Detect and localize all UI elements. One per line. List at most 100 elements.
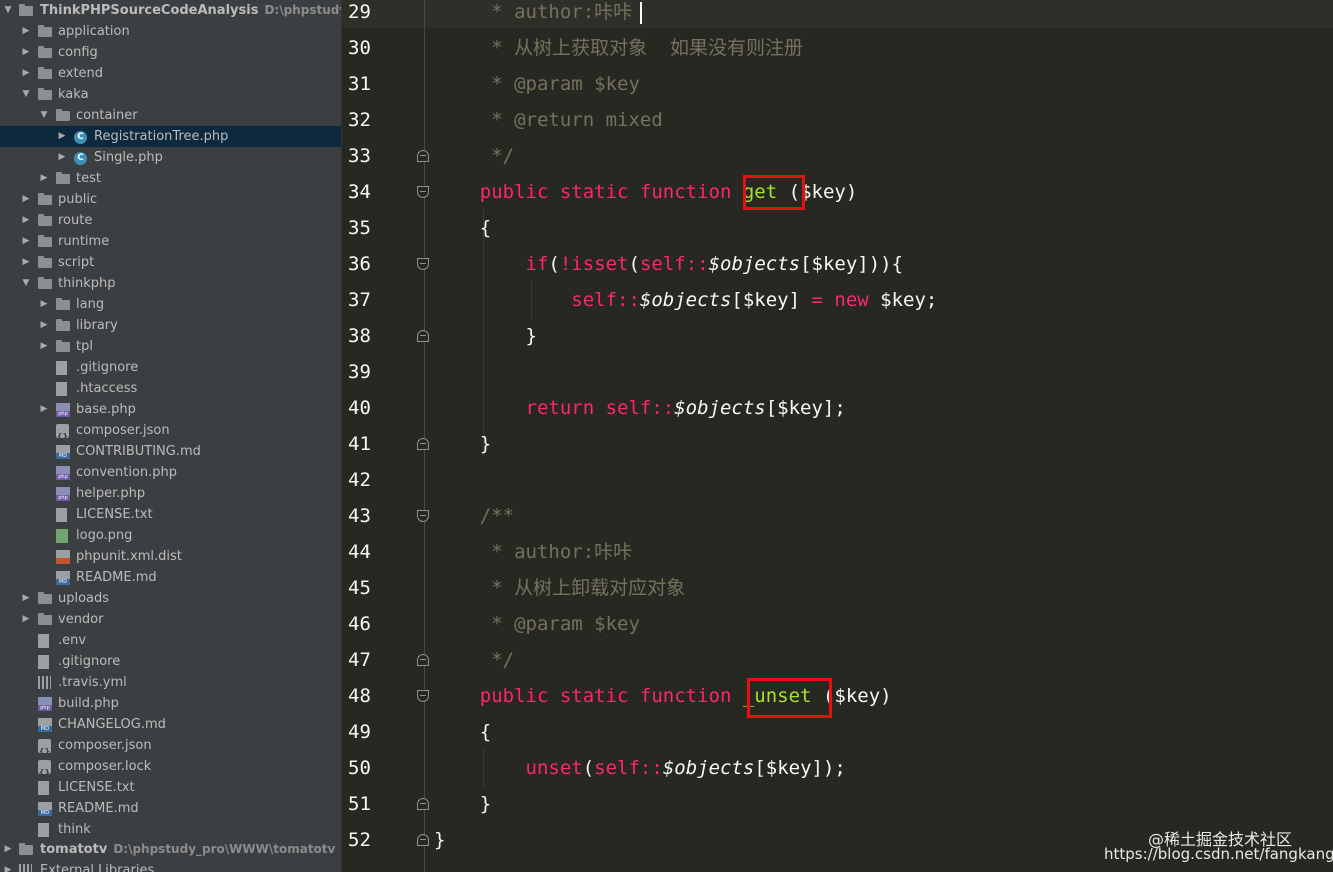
tree-item[interactable]: ▶ script bbox=[0, 252, 341, 273]
tree-item[interactable]: composer.lock bbox=[0, 756, 341, 777]
code-line[interactable]: } bbox=[434, 432, 491, 468]
code-line[interactable]: * 从树上获取对象 如果没有则注册 bbox=[434, 36, 803, 72]
fold-close-icon[interactable] bbox=[417, 834, 429, 846]
chevron-right-icon[interactable]: ▶ bbox=[56, 147, 68, 168]
code-token: self:: bbox=[639, 253, 709, 275]
chevron-right-icon[interactable]: ▶ bbox=[20, 609, 32, 630]
tree-item[interactable]: ▶ base.php bbox=[0, 399, 341, 420]
code-line[interactable]: * @return mixed bbox=[434, 108, 663, 144]
tree-item[interactable]: ▶ extend bbox=[0, 63, 341, 84]
tree-item[interactable]: README.md bbox=[0, 798, 341, 819]
chevron-down-icon[interactable]: ▼ bbox=[20, 273, 32, 294]
fold-close-icon[interactable] bbox=[417, 798, 429, 810]
tree-item[interactable]: .gitignore bbox=[0, 651, 341, 672]
chevron-down-icon[interactable]: ▼ bbox=[2, 0, 14, 21]
chevron-right-icon[interactable]: ▶ bbox=[20, 210, 32, 231]
chevron-right-icon[interactable]: ▶ bbox=[38, 294, 50, 315]
project-root-tomatotv[interactable]: ▶ tomatotv D:\phpstudy_pro\WWW\tomatotv bbox=[0, 839, 341, 860]
fold-open-icon[interactable] bbox=[417, 258, 429, 270]
tree-item[interactable]: logo.png bbox=[0, 525, 341, 546]
tree-item[interactable]: ▶ tpl bbox=[0, 336, 341, 357]
chevron-right-icon[interactable]: ▶ bbox=[38, 336, 50, 357]
fold-open-icon[interactable] bbox=[417, 690, 429, 702]
code-token: */ bbox=[434, 649, 515, 671]
tree-item[interactable]: think bbox=[0, 819, 341, 840]
code-line[interactable]: unset(self::$objects[$key]); bbox=[434, 756, 846, 792]
chevron-right-icon[interactable]: ▶ bbox=[20, 252, 32, 273]
chevron-right-icon[interactable]: ▶ bbox=[38, 315, 50, 336]
tree-item[interactable]: ▶ runtime bbox=[0, 231, 341, 252]
tree-item[interactable]: ▶ library bbox=[0, 315, 341, 336]
tree-item[interactable]: ▼ thinkphp bbox=[0, 273, 341, 294]
fold-open-icon[interactable] bbox=[417, 510, 429, 522]
fold-close-icon[interactable] bbox=[417, 654, 429, 666]
code-line[interactable]: */ bbox=[434, 648, 514, 684]
chevron-right-icon[interactable]: ▶ bbox=[20, 189, 32, 210]
code-line[interactable]: * author:咔咔 bbox=[434, 0, 632, 36]
project-root-thinkphpsourcecodeanalysis[interactable]: ▼ ThinkPHPSourceCodeAnalysis D:\phpstudy_… bbox=[0, 0, 341, 21]
tree-item[interactable]: ▶ Single.php bbox=[0, 147, 341, 168]
fold-close-icon[interactable] bbox=[417, 438, 429, 450]
chevron-down-icon[interactable]: ▼ bbox=[38, 105, 50, 126]
code-line[interactable]: { bbox=[434, 216, 491, 252]
code-line[interactable]: */ bbox=[434, 144, 514, 180]
tree-item[interactable]: README.md bbox=[0, 567, 341, 588]
code-line[interactable]: { bbox=[434, 720, 491, 756]
tree-item[interactable]: .gitignore bbox=[0, 357, 341, 378]
yaml-file-icon bbox=[38, 676, 51, 689]
code-line[interactable]: * 从树上卸载对应对象 bbox=[434, 576, 685, 612]
tree-item[interactable]: helper.php bbox=[0, 483, 341, 504]
code-line[interactable]: return self::$objects[$key]; bbox=[434, 396, 846, 432]
chevron-right-icon[interactable]: ▶ bbox=[20, 63, 32, 84]
tree-item[interactable]: convention.php bbox=[0, 462, 341, 483]
tree-item[interactable]: ▶ uploads bbox=[0, 588, 341, 609]
tree-item[interactable]: CHANGELOG.md bbox=[0, 714, 341, 735]
tree-item[interactable]: ▶ route bbox=[0, 210, 341, 231]
tree-item[interactable]: .env bbox=[0, 630, 341, 651]
tree-item[interactable]: composer.json bbox=[0, 735, 341, 756]
chevron-right-icon[interactable]: ▶ bbox=[20, 588, 32, 609]
code-line[interactable]: } bbox=[434, 324, 537, 360]
chevron-down-icon[interactable]: ▼ bbox=[20, 84, 32, 105]
fold-close-icon[interactable] bbox=[417, 330, 429, 342]
tree-item[interactable]: ▼ container bbox=[0, 105, 341, 126]
chevron-right-icon[interactable]: ▶ bbox=[56, 126, 68, 147]
tree-item[interactable]: ▶ test bbox=[0, 168, 341, 189]
chevron-right-icon[interactable]: ▶ bbox=[20, 21, 32, 42]
code-line[interactable]: } bbox=[434, 828, 445, 864]
tree-item[interactable]: .htaccess bbox=[0, 378, 341, 399]
tree-item[interactable]: LICENSE.txt bbox=[0, 504, 341, 525]
json-file-icon bbox=[56, 424, 69, 441]
fold-open-icon[interactable] bbox=[417, 186, 429, 198]
chevron-right-icon[interactable]: ▶ bbox=[20, 42, 32, 63]
fold-close-icon[interactable] bbox=[417, 150, 429, 162]
tree-item[interactable]: build.php bbox=[0, 693, 341, 714]
code-line[interactable]: self::$objects[$key] = new $key; bbox=[434, 288, 937, 324]
chevron-right-icon[interactable]: ▶ bbox=[2, 860, 14, 872]
tree-item[interactable]: ▶ config bbox=[0, 42, 341, 63]
tree-item[interactable]: ▶ application bbox=[0, 21, 341, 42]
tree-item[interactable]: CONTRIBUTING.md bbox=[0, 441, 341, 462]
chevron-right-icon[interactable]: ▶ bbox=[38, 399, 50, 420]
code-line[interactable]: * @param $key bbox=[434, 612, 640, 648]
tree-item[interactable]: composer.json bbox=[0, 420, 341, 441]
tree-item[interactable]: ▼ kaka bbox=[0, 84, 341, 105]
tree-item[interactable]: phpunit.xml.dist bbox=[0, 546, 341, 567]
tree-item[interactable]: ▶ RegistrationTree.php bbox=[0, 126, 341, 147]
chevron-right-icon[interactable]: ▶ bbox=[20, 231, 32, 252]
tree-item[interactable]: LICENSE.txt bbox=[0, 777, 341, 798]
chevron-right-icon[interactable]: ▶ bbox=[2, 839, 14, 860]
code-line[interactable]: if(!isset(self::$objects[$key])){ bbox=[434, 252, 904, 288]
external-libraries[interactable]: ▶ External Libraries bbox=[0, 860, 341, 872]
chevron-right-icon[interactable]: ▶ bbox=[38, 168, 50, 189]
code-line[interactable]: * @param $key bbox=[434, 72, 640, 108]
tree-item[interactable]: ▶ lang bbox=[0, 294, 341, 315]
code-editor[interactable]: 29 30 31 32 33 34 35 36 37 38 39 40 41 42 43 44 45 46 47 48… bbox=[342, 0, 1333, 872]
tree-item[interactable]: ▶ public bbox=[0, 189, 341, 210]
code-line[interactable]: } bbox=[434, 792, 491, 828]
code-line[interactable]: /** bbox=[434, 504, 514, 540]
code-token: $objects bbox=[708, 253, 801, 275]
tree-item[interactable]: .travis.yml bbox=[0, 672, 341, 693]
code-line[interactable]: * author:咔咔 bbox=[434, 540, 632, 576]
tree-item[interactable]: ▶ vendor bbox=[0, 609, 341, 630]
